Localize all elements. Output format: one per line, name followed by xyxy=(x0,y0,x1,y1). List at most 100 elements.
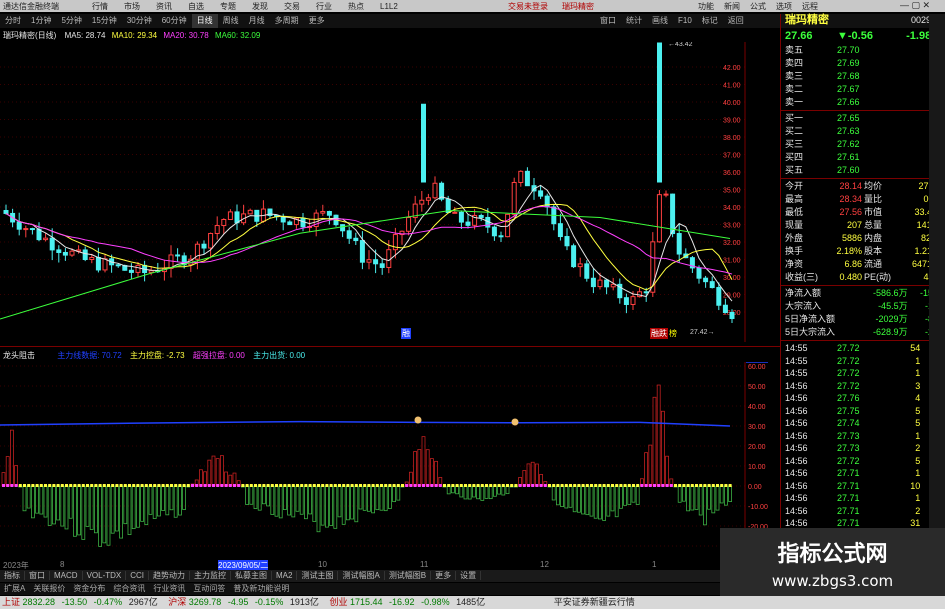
draw-tool[interactable]: 画线 xyxy=(647,14,673,28)
kline-chart[interactable]: 42.00 41.00 40.00 39.00 38.00 37.00 36.00 35.00… xyxy=(0,42,760,342)
indicator-bar xyxy=(30,485,35,519)
indicator-dot xyxy=(354,484,358,487)
menu-item[interactable]: 市场 xyxy=(124,2,140,11)
tick-price: 27.71 xyxy=(837,480,860,491)
period-tab-active[interactable]: 日线 xyxy=(191,14,218,28)
menu-item[interactable]: 自选 xyxy=(188,2,204,11)
period-tab[interactable]: 1分钟 xyxy=(26,14,56,28)
indicator-tab[interactable]: 测试主图 xyxy=(297,571,339,580)
indicator-bar xyxy=(173,485,178,518)
f10-tool[interactable]: F10 xyxy=(673,14,697,28)
buy-level-row[interactable]: 买二27.632 xyxy=(781,125,945,138)
menu-item[interactable]: 行情 xyxy=(92,2,108,11)
sell-level-row[interactable]: 卖三27.681 xyxy=(781,70,945,83)
indicator-tab[interactable]: 趋势动力 xyxy=(149,571,191,580)
money-bag-icon xyxy=(511,418,519,426)
menu-item[interactable]: 专题 xyxy=(220,2,236,11)
stat-label: 净资 xyxy=(785,259,804,269)
sell-level-row[interactable]: 卖一27.6617 xyxy=(781,96,945,109)
buy-level-row[interactable]: 买五27.607 xyxy=(781,164,945,177)
window-tool[interactable]: 窗口 xyxy=(595,14,621,28)
remote-menu[interactable]: 远程 xyxy=(802,2,818,11)
indicator-bar xyxy=(77,485,81,536)
stats-tool[interactable]: 统计 xyxy=(621,14,647,28)
stat-label: 换手 xyxy=(785,246,804,256)
buy-level-row[interactable]: 买四27.612 xyxy=(781,151,945,164)
period-tab[interactable]: 30分钟 xyxy=(122,14,157,28)
indicator-bar xyxy=(64,485,69,530)
menu-item[interactable]: 发现 xyxy=(252,2,268,11)
indicator-dot xyxy=(384,484,388,487)
period-tab[interactable]: 周线 xyxy=(218,14,244,28)
stock-title-link[interactable]: 瑞玛精密 xyxy=(562,1,594,12)
sell-level-row[interactable]: 卖五27.7033 xyxy=(781,44,945,57)
indicator-bar xyxy=(677,485,682,503)
indicator-tab[interactable]: 主力监控 xyxy=(190,571,232,580)
sz-index-label[interactable]: 沪深 xyxy=(168,597,186,607)
side-toolbar[interactable] xyxy=(929,14,945,534)
indicator-tab[interactable]: MA2 xyxy=(272,571,298,580)
extension-tab[interactable]: 行业资讯 xyxy=(149,584,189,593)
indicator-tab[interactable]: 私募主图 xyxy=(231,571,273,580)
tick-time: 14:56 xyxy=(785,493,808,503)
back-tool[interactable]: 返回 xyxy=(723,14,749,28)
candle-body xyxy=(320,211,326,214)
cy-index-label[interactable]: 创业 xyxy=(329,597,347,607)
indicator-tab[interactable]: 测试幅图B xyxy=(384,571,432,580)
indicator-tab[interactable]: VOL-TDX xyxy=(82,571,127,580)
extension-tab[interactable]: 互动问答 xyxy=(189,584,229,593)
sell-level-row[interactable]: 卖四27.692 xyxy=(781,57,945,70)
indicator-chart[interactable]: 63.6360.0050.0040.0030.0020.0010.000.00-… xyxy=(0,362,780,560)
period-tab[interactable]: 60分钟 xyxy=(157,14,192,28)
rank-marker: 榜 xyxy=(669,329,677,338)
menu-item[interactable]: 资讯 xyxy=(156,2,172,11)
window-controls-icon[interactable]: — ▢ ✕ xyxy=(900,0,930,11)
indicator-tab[interactable]: 测试幅图A xyxy=(338,571,385,580)
candle-body xyxy=(419,199,425,205)
period-tab[interactable]: 分时 xyxy=(0,14,26,28)
indicator-tab[interactable]: CCI xyxy=(126,571,150,580)
tick-volume: 1 xyxy=(915,468,921,478)
options-menu[interactable]: 选项 xyxy=(776,2,792,11)
indicator-tab[interactable]: 更多 xyxy=(431,571,457,580)
stat-row: 今开28.14均价27.95 xyxy=(781,180,945,193)
indicator-bar xyxy=(589,485,594,517)
menu-item[interactable]: 交易 xyxy=(284,2,300,11)
menu-item[interactable]: 热点 xyxy=(348,2,364,11)
mark-tool[interactable]: 标记 xyxy=(697,14,723,28)
indicator-bar xyxy=(274,485,279,517)
period-tab[interactable]: 月线 xyxy=(244,14,270,28)
indicator-tab[interactable]: MACD xyxy=(50,571,83,580)
login-status-link[interactable]: 交易未登录 xyxy=(508,1,548,12)
extension-tab[interactable]: 资金分布 xyxy=(69,584,109,593)
buy-level-row[interactable]: 买一27.656 xyxy=(781,112,945,125)
money-bag-icon xyxy=(414,416,422,424)
indicator-dot xyxy=(102,484,106,487)
buy-level-row[interactable]: 买三27.6218 xyxy=(781,138,945,151)
indicator-tab[interactable]: 指标 xyxy=(0,571,25,580)
extension-tab[interactable]: 综合资讯 xyxy=(109,584,149,593)
sell-level-row[interactable]: 卖二27.674 xyxy=(781,83,945,96)
indicator-tab[interactable]: 窗口 xyxy=(25,571,50,580)
menu-item[interactable]: L1L2 xyxy=(380,2,398,11)
formula-menu[interactable]: 公式 xyxy=(750,2,766,11)
indicator-bar xyxy=(203,471,208,487)
news-menu[interactable]: 新闻 xyxy=(724,2,740,11)
period-tab[interactable]: 多周期 xyxy=(270,14,304,28)
menu-item[interactable]: 行业 xyxy=(316,2,332,11)
candle-body xyxy=(670,193,676,235)
sh-index-label[interactable]: 上证 xyxy=(2,597,20,607)
period-tab[interactable]: 5分钟 xyxy=(56,14,86,28)
indicator-tab[interactable]: 设置 xyxy=(456,571,482,580)
indicator-name[interactable]: 龙头阻击 xyxy=(3,351,35,360)
extension-tab[interactable]: 扩展A xyxy=(0,584,29,593)
extension-tab[interactable]: 普及新功能说明 xyxy=(229,584,293,593)
period-tab[interactable]: 更多 xyxy=(304,14,330,28)
indicator-dot xyxy=(627,484,631,487)
flow-row: 净流入额-586.6万-15% xyxy=(781,287,945,300)
func-menu[interactable]: 功能 xyxy=(698,2,714,11)
indicator-dot xyxy=(728,484,732,487)
period-tab[interactable]: 15分钟 xyxy=(87,14,122,28)
candle-body xyxy=(373,259,379,265)
extension-tab[interactable]: 关联报价 xyxy=(29,584,69,593)
